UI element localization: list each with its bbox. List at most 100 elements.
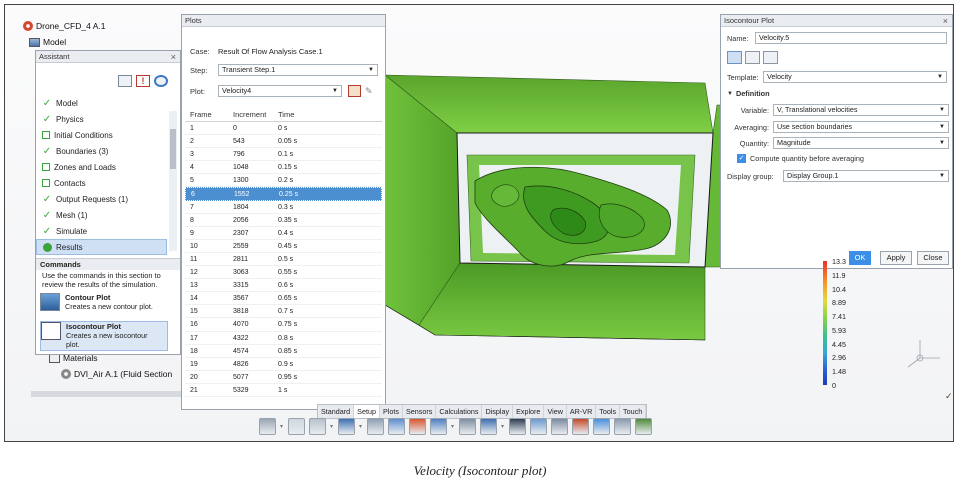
- tab-setup[interactable]: Setup: [354, 405, 380, 418]
- step-model[interactable]: ✓ Model: [36, 95, 167, 111]
- table-row[interactable]: 21 5329 1 s: [185, 384, 382, 397]
- report-icon[interactable]: [614, 418, 631, 435]
- display-group-select[interactable]: Display Group.1 ▼: [783, 170, 949, 182]
- table-row[interactable]: 13 3315 0.6 s: [185, 279, 382, 293]
- tree-root[interactable]: Drone_CFD_4 A.1: [23, 21, 105, 31]
- tab-sensors[interactable]: Sensors: [403, 405, 437, 418]
- copy-icon[interactable]: [288, 418, 305, 435]
- quantity-select[interactable]: Magnitude ▼: [773, 137, 949, 149]
- render-icon[interactable]: [409, 418, 426, 435]
- chart-icon[interactable]: [745, 51, 760, 64]
- plugin-icon[interactable]: [635, 418, 652, 435]
- dropdown-arrow-icon[interactable]: ▾: [501, 423, 505, 430]
- probe-icon[interactable]: [480, 418, 497, 435]
- table-row[interactable]: 11 2811 0.5 s: [185, 253, 382, 267]
- tab-tools[interactable]: Tools: [596, 405, 621, 418]
- isocontour-plot-command[interactable]: Isocontour Plot Creates a new isocontour…: [40, 321, 168, 351]
- tab-standard[interactable]: Standard: [318, 405, 355, 418]
- tree-horizontal-scrollbar[interactable]: [31, 391, 181, 397]
- tab-touch[interactable]: Touch: [620, 405, 647, 418]
- col-time[interactable]: Time: [274, 108, 378, 121]
- increment-cell: 2056: [233, 216, 249, 224]
- mesh-icon[interactable]: [459, 418, 476, 435]
- refresh-icon[interactable]: [154, 75, 168, 87]
- table-row[interactable]: 3 796 0.1 s: [185, 148, 382, 162]
- plot-tools-icon[interactable]: [348, 85, 361, 97]
- table-row[interactable]: 20 5077 0.95 s: [185, 371, 382, 384]
- assistant-close-button[interactable]: ×: [171, 51, 176, 63]
- view-icon[interactable]: [388, 418, 405, 435]
- axis-icon[interactable]: [509, 418, 526, 435]
- step-initial-conditions[interactable]: Initial Conditions: [36, 127, 167, 143]
- definition-header[interactable]: ▼ Definition: [727, 89, 770, 98]
- table-row[interactable]: 6 1552 0.25 s: [185, 187, 382, 201]
- time-cell: 0 s: [278, 125, 288, 132]
- dropdown-arrow-icon[interactable]: ▾: [280, 423, 284, 430]
- pencil-icon[interactable]: [727, 51, 742, 64]
- close-button[interactable]: Close: [917, 251, 949, 265]
- table-row[interactable]: 9 2307 0.4 s: [185, 227, 382, 240]
- clip-icon[interactable]: [551, 418, 568, 435]
- step-simulate[interactable]: ✓ Simulate: [36, 223, 167, 239]
- variable-select[interactable]: V, Translational velocities ▼: [773, 104, 949, 116]
- col-frame[interactable]: Frame: [185, 108, 229, 121]
- table-row[interactable]: 16 4070 0.75 s: [185, 318, 382, 332]
- step-contacts[interactable]: Contacts: [36, 175, 167, 191]
- step-output-requests-1[interactable]: ✓ Output Requests (1): [36, 191, 167, 207]
- align-icon[interactable]: [259, 418, 276, 435]
- template-select[interactable]: Velocity ▼: [763, 71, 947, 83]
- tree-material-item[interactable]: DVI_Air A.1 (Fluid Section: [61, 369, 172, 379]
- name-input[interactable]: Velocity.5: [755, 32, 947, 44]
- apply-button[interactable]: Apply: [880, 251, 912, 265]
- select-icon[interactable]: [367, 418, 384, 435]
- table-row[interactable]: 7 1804 0.3 s: [185, 201, 382, 214]
- step-mesh-1[interactable]: ✓ Mesh (1): [36, 207, 167, 223]
- step-zones-and-loads[interactable]: Zones and Loads: [36, 159, 167, 175]
- step-select[interactable]: Transient Step.1 ▼: [218, 64, 378, 76]
- step-boundaries-3[interactable]: ✓ Boundaries (3): [36, 143, 167, 159]
- tab-display[interactable]: Display: [482, 405, 514, 418]
- plot-select[interactable]: Velocity4 ▼: [218, 85, 342, 97]
- tab-view[interactable]: View: [544, 405, 567, 418]
- dropdown-arrow-icon[interactable]: ▾: [359, 423, 363, 430]
- isocontour-plot-title: Isocontour Plot: [66, 322, 121, 331]
- table-row[interactable]: 4 1048 0.15 s: [185, 161, 382, 175]
- table-row[interactable]: 12 3063 0.55 s: [185, 266, 382, 280]
- warning-icon[interactable]: [136, 75, 150, 87]
- table-row[interactable]: 17 4322 0.8 s: [185, 332, 382, 345]
- list-view-icon[interactable]: [118, 75, 132, 87]
- settings-icon[interactable]: [593, 418, 610, 435]
- table-row[interactable]: 10 2559 0.45 s: [185, 240, 382, 253]
- tab-ar-vr[interactable]: AR-VR: [567, 405, 597, 418]
- tab-plots[interactable]: Plots: [380, 405, 403, 418]
- table-row[interactable]: 18 4574 0.85 s: [185, 345, 382, 358]
- paste-icon[interactable]: [309, 418, 326, 435]
- table-row[interactable]: 14 3567 0.65 s: [185, 292, 382, 306]
- settings-icon[interactable]: [763, 51, 778, 64]
- table-row[interactable]: 5 1300 0.2 s: [185, 174, 382, 188]
- compute-checkbox[interactable]: ✓: [737, 154, 746, 163]
- iso-close-icon[interactable]: ×: [943, 15, 948, 27]
- dropdown-arrow-icon[interactable]: ▾: [330, 423, 334, 430]
- dropdown-arrow-icon[interactable]: ▾: [451, 423, 455, 430]
- table-row[interactable]: 19 4826 0.9 s: [185, 358, 382, 371]
- table-row[interactable]: 2 543 0.05 s: [185, 135, 382, 149]
- col-increment[interactable]: Increment: [229, 108, 274, 121]
- section-icon[interactable]: [530, 418, 547, 435]
- table-icon[interactable]: [430, 418, 447, 435]
- contour-plot-command[interactable]: Contour Plot Creates a new contour plot.: [40, 293, 168, 317]
- table-row[interactable]: 15 3818 0.7 s: [185, 305, 382, 319]
- sensor-icon[interactable]: [572, 418, 589, 435]
- step-physics[interactable]: ✓ Physics: [36, 111, 167, 127]
- table-row[interactable]: 1 0 0 s: [185, 122, 382, 136]
- undo-icon[interactable]: [338, 418, 355, 435]
- tree-model[interactable]: Model: [29, 37, 66, 47]
- averaging-select[interactable]: Use section boundaries ▼: [773, 121, 949, 133]
- color-legend[interactable]: 13.3 11.9 10.4 8.89 7.41 5.93 4.45 2.96 1.48 0: [818, 253, 868, 393]
- table-row[interactable]: 8 2056 0.35 s: [185, 214, 382, 227]
- tab-calculations[interactable]: Calculations: [436, 405, 483, 418]
- assistant-scrollbar[interactable]: [169, 111, 177, 251]
- step-results[interactable]: Results: [36, 239, 167, 255]
- tab-explore[interactable]: Explore: [513, 405, 545, 418]
- pencil-icon[interactable]: ✎: [365, 86, 373, 97]
